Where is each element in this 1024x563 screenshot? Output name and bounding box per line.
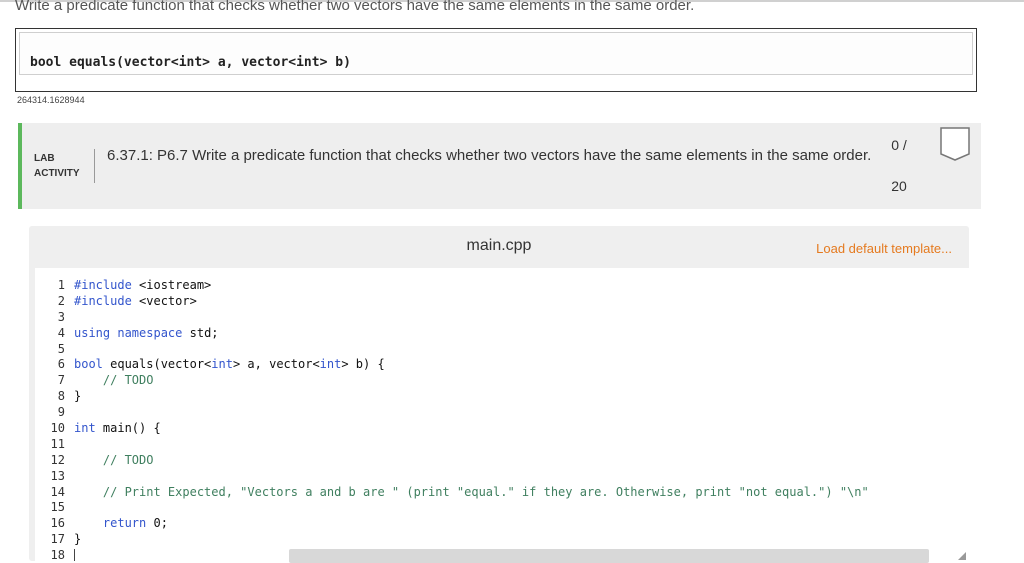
code-text[interactable]: }	[74, 532, 81, 548]
code-line[interactable]: 5	[35, 342, 65, 358]
code-text[interactable]: }	[74, 389, 81, 405]
code-line[interactable]: 15	[35, 500, 65, 516]
code-line[interactable]: 10 int main() {	[35, 421, 161, 437]
text-cursor	[74, 549, 75, 561]
line-number: 4	[57, 325, 65, 340]
line-number: 7	[57, 373, 65, 388]
problem-prompt: Write a predicate function that checks w…	[15, 0, 695, 14]
line-number: 8	[57, 389, 65, 404]
code-text[interactable]: return 0;	[74, 516, 168, 532]
code-text[interactable]: bool equals(vector<int> a, vector<int> b…	[74, 357, 385, 373]
code-text[interactable]: using namespace std;	[74, 326, 219, 342]
code-text[interactable]: int main() {	[74, 421, 161, 437]
signature-box: bool equals(vector<int> a, vector<int> b…	[15, 28, 977, 92]
line-number: 18	[50, 548, 65, 561]
lab-label-line1: LAB	[34, 153, 55, 164]
code-line[interactable]: 1 #include <iostream>	[35, 278, 212, 294]
line-number: 10	[50, 421, 65, 436]
line-number: 17	[50, 532, 65, 547]
code-line[interactable]: 13	[35, 469, 65, 485]
code-line[interactable]: 16 return 0;	[35, 516, 168, 532]
lab-activity-card: LAB ACTIVITY 6.37.1: P6.7 Write a predic…	[18, 123, 981, 209]
editor-header: main.cpp Load default template...	[29, 226, 969, 268]
code-line[interactable]: 4 using namespace std;	[35, 325, 219, 342]
lab-separator	[94, 149, 95, 183]
code-lines[interactable]: 1 #include <iostream> 2 #include <vector> 3 4…	[35, 278, 869, 561]
line-number: 2	[57, 293, 65, 308]
line-number: 6	[57, 357, 65, 372]
line-number: 11	[50, 436, 65, 451]
resize-handle-icon[interactable]	[958, 552, 966, 560]
line-number: 1	[57, 278, 65, 292]
score-earned: 0 /	[891, 137, 907, 153]
signature-code: bool equals(vector<int> a, vector<int> b…	[30, 55, 351, 70]
code-line[interactable]: 6 bool equals(vector<int> a, vector<int> …	[35, 357, 385, 373]
code-text[interactable]: #include <vector>	[74, 294, 197, 310]
code-line[interactable]: 14 // Print Expected, "Vectors a and b a…	[35, 484, 869, 501]
line-number: 3	[57, 309, 65, 324]
code-editor-panel: main.cpp Load default template... 1 #incl…	[29, 226, 969, 563]
line-number: 13	[50, 468, 65, 483]
line-number: 5	[57, 341, 65, 356]
code-text[interactable]: // TODO	[74, 453, 154, 469]
code-line[interactable]: 8}	[35, 389, 81, 405]
incomplete-badge-icon	[940, 127, 970, 161]
code-text[interactable]: #include <iostream>	[74, 278, 211, 294]
code-text[interactable]: // Print Expected, "Vectors a and b are …	[74, 485, 869, 501]
code-line[interactable]: 11	[35, 437, 65, 453]
line-number: 14	[50, 484, 65, 499]
line-number: 12	[50, 452, 65, 467]
code-line[interactable]: 12 // TODO	[35, 452, 154, 469]
code-line[interactable]: 9	[35, 405, 65, 421]
lab-title: 6.37.1: P6.7 Write a predicate function …	[107, 147, 872, 164]
reference-id: 264314.1628944	[17, 95, 85, 105]
load-default-template-link[interactable]: Load default template...	[816, 241, 952, 256]
code-line[interactable]: 18	[35, 548, 75, 561]
code-line[interactable]: 7 // TODO	[35, 373, 154, 389]
line-number: 9	[57, 405, 65, 420]
code-line[interactable]: 17}	[35, 532, 82, 548]
lab-label-line2: ACTIVITY	[34, 168, 80, 179]
signature-code-block: bool equals(vector<int> a, vector<int> b…	[19, 32, 973, 75]
score-total: 20	[891, 178, 907, 194]
score: 0 / 20	[874, 137, 924, 194]
code-line[interactable]: 2 #include <vector>	[35, 293, 197, 310]
code-line[interactable]: 3	[35, 310, 65, 326]
lab-activity-label: LAB ACTIVITY	[34, 151, 80, 181]
line-number: 16	[50, 516, 65, 531]
line-number: 15	[50, 500, 65, 515]
code-editor[interactable]: 1 #include <iostream> 2 #include <vector> 3 4…	[35, 268, 969, 561]
code-text[interactable]: // TODO	[74, 373, 154, 389]
